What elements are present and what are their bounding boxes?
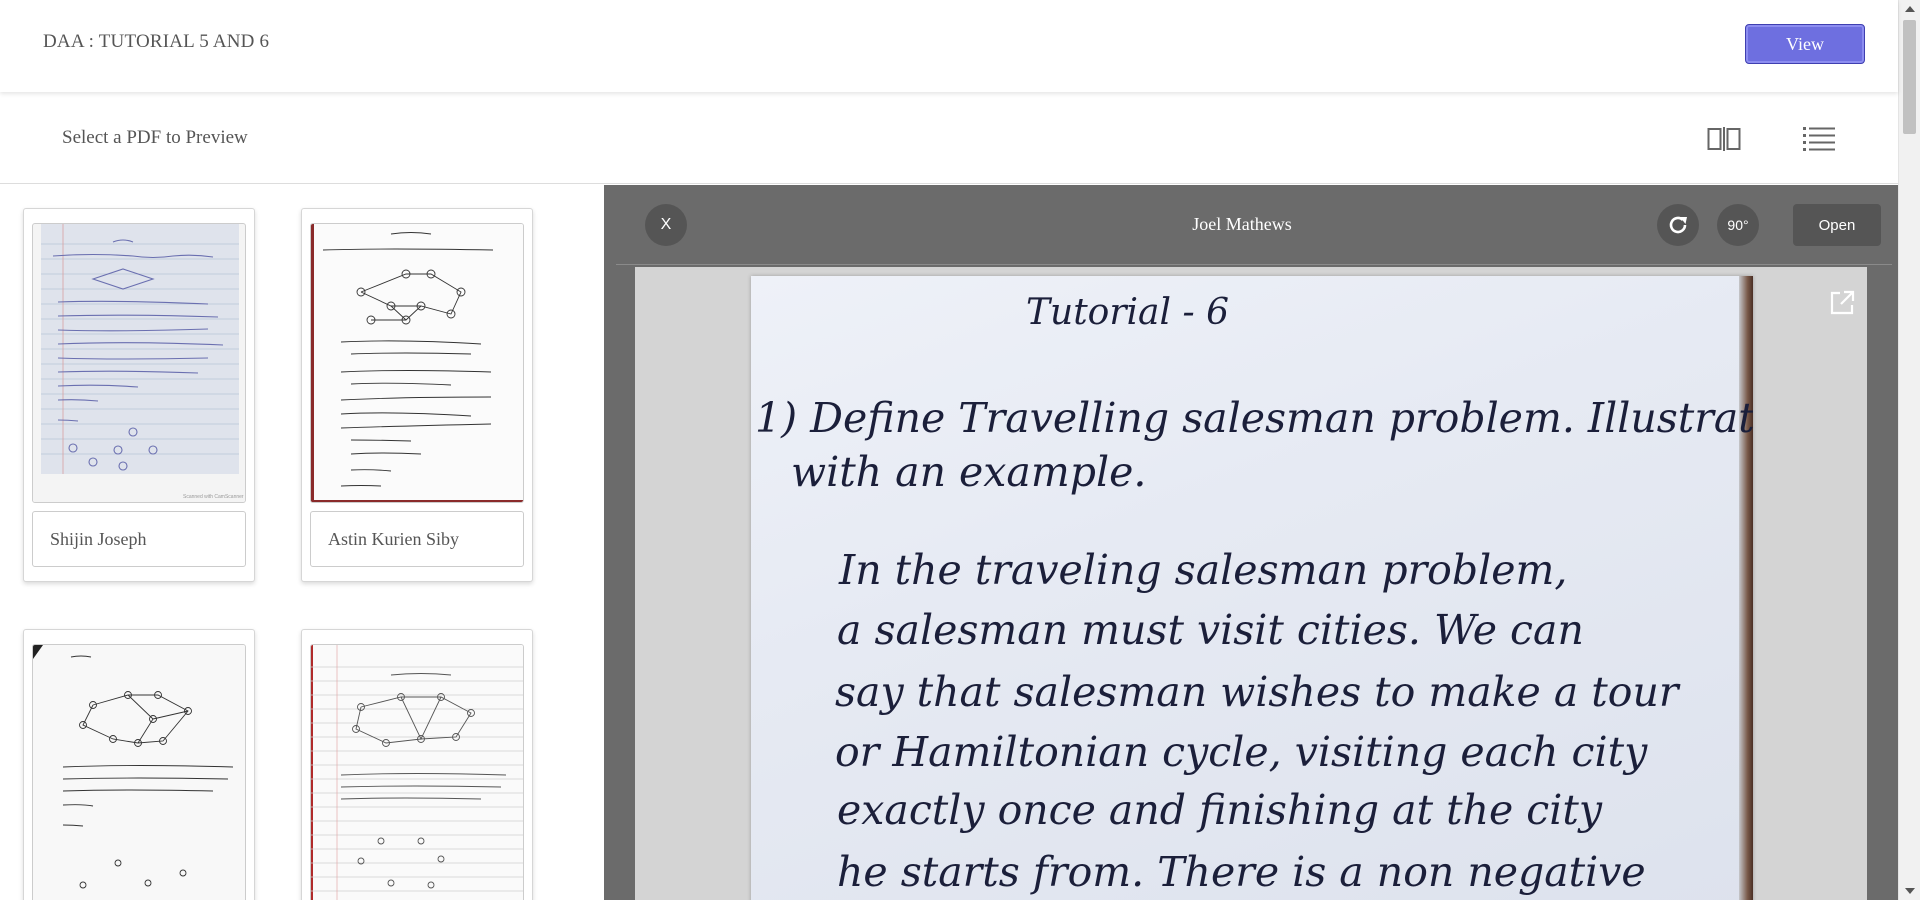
submission-name: Shijin Joseph (32, 511, 246, 567)
document-canvas[interactable]: Tutorial - 6 1) Define Travelling salesm… (635, 267, 1867, 900)
scroll-thumb[interactable] (1903, 20, 1916, 134)
page-title: DAA : TUTORIAL 5 AND 6 (43, 31, 270, 52)
pdf-thumbnail[interactable] (310, 644, 524, 900)
page-line: a salesman must visit cities. We can (837, 606, 1584, 654)
list-view-icon[interactable] (1801, 123, 1837, 155)
page-edge (1739, 276, 1753, 900)
preview-toolbar: Select a PDF to Preview (0, 93, 1898, 184)
page-line: 1) Define Travelling salesman problem. I… (755, 394, 1753, 442)
view-button[interactable]: View (1745, 24, 1865, 64)
pdf-thumbnail[interactable]: Scanned with CamScanner (32, 223, 246, 503)
page-line: say that salesman wishes to make a tour (835, 668, 1679, 716)
page-line: with an example. (791, 448, 1147, 496)
page-heading: Tutorial - 6 (1026, 292, 1229, 333)
page-line: or Hamiltonian cycle, visiting each city (835, 728, 1648, 776)
rotation-angle-button[interactable]: 90° (1717, 204, 1759, 246)
viewer-toolbar: X Joel Mathews 90° Open (616, 185, 1892, 265)
header: DAA : TUTORIAL 5 AND 6 View (0, 0, 1898, 92)
submission-card[interactable] (301, 629, 533, 900)
pdf-thumbnail[interactable] (32, 644, 246, 900)
open-button[interactable]: Open (1793, 204, 1881, 246)
submission-card[interactable]: Astin Kurien Siby (301, 208, 533, 582)
pdf-viewer: X Joel Mathews 90° Open Tutorial - 6 1) … (604, 185, 1898, 900)
rotate-button[interactable] (1657, 204, 1699, 246)
submission-list: Scanned with CamScanner Shijin Joseph As… (0, 185, 604, 900)
svg-text:Scanned with CamScanner: Scanned with CamScanner (183, 494, 244, 500)
preview-label: Select a PDF to Preview (62, 127, 248, 148)
split-view-icon[interactable] (1704, 123, 1744, 155)
page-line: exactly once and finishing at the city (837, 786, 1603, 834)
scroll-down-icon[interactable] (1899, 882, 1920, 900)
submission-card[interactable]: Scanned with CamScanner Shijin Joseph (23, 208, 255, 582)
scroll-up-icon[interactable] (1899, 0, 1920, 18)
submission-name: Astin Kurien Siby (310, 511, 524, 567)
external-link-icon[interactable] (1828, 289, 1856, 317)
rotate-icon (1669, 216, 1687, 234)
pdf-page: Tutorial - 6 1) Define Travelling salesm… (751, 276, 1753, 900)
pdf-thumbnail[interactable] (310, 223, 524, 503)
submission-card[interactable] (23, 629, 255, 900)
page-scrollbar[interactable] (1898, 0, 1920, 900)
page-line: In the traveling salesman problem, (839, 546, 1568, 594)
page-line: he starts from. There is a non negative (837, 848, 1646, 896)
